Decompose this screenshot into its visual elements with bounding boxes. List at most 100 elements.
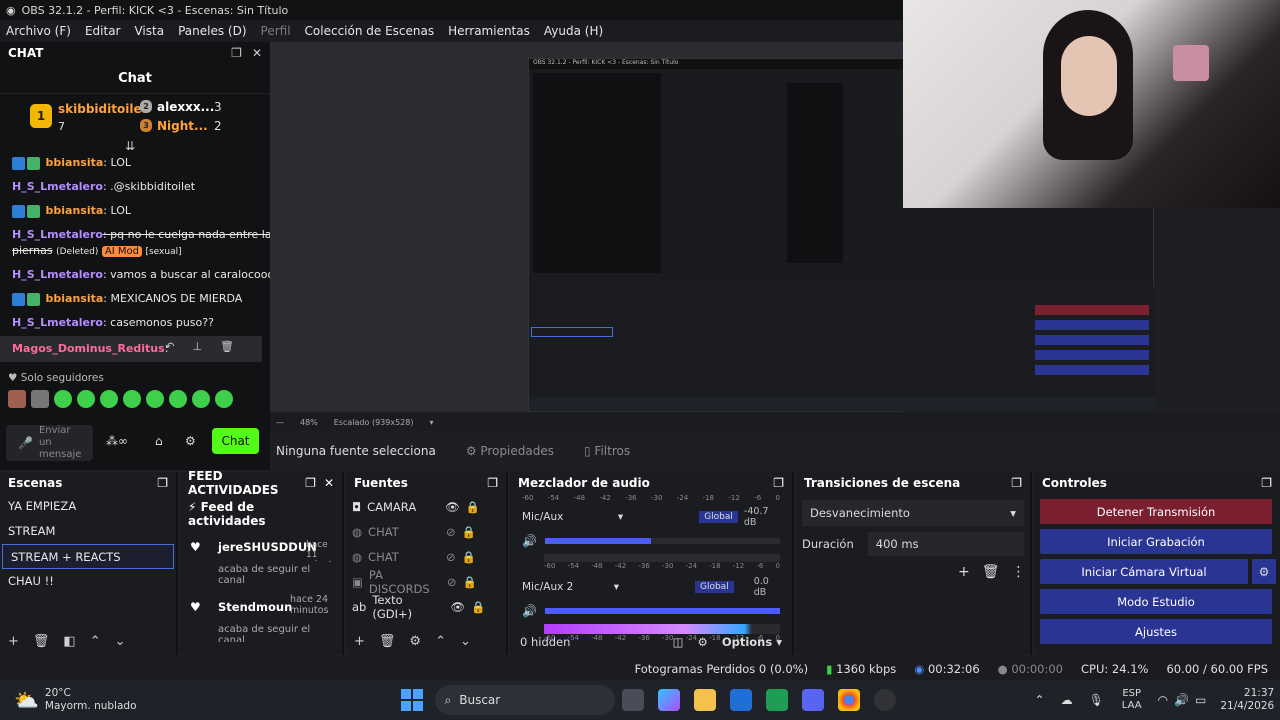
undock-icon[interactable]: ❐ — [773, 476, 784, 490]
scale-select[interactable]: Escalado (939x528) — [334, 418, 414, 427]
emote-icon[interactable] — [215, 390, 233, 408]
leader-2-name[interactable]: alexxx... — [157, 100, 214, 114]
eye-icon[interactable]: 👁 — [450, 600, 465, 614]
source-item[interactable]: ◍ CHAT ⊘ 🔒 — [346, 544, 506, 569]
lock-icon[interactable]: 🔒 — [466, 500, 480, 514]
weather-icon[interactable]: ⛅ — [14, 688, 39, 712]
properties-button[interactable]: ⚙ Propiedades — [466, 444, 554, 458]
stop-streaming-button[interactable]: Detener Transmisión — [1040, 499, 1272, 524]
gear-icon[interactable]: ⚙ — [409, 634, 421, 649]
collapse-icon[interactable]: ⇊ — [125, 139, 135, 153]
undock-icon[interactable]: ❐ — [157, 476, 168, 490]
volume-icon[interactable]: 🔊 — [1174, 693, 1189, 707]
infinity-icon[interactable]: ⁂∞ — [106, 434, 128, 448]
start-virtual-camera-button[interactable]: Iniciar Cámara Virtual — [1040, 559, 1248, 584]
zoom-level[interactable]: 48% — [300, 418, 318, 427]
lock-icon[interactable]: 🔒 — [462, 525, 476, 539]
speaker-icon[interactable]: 🔊 — [522, 604, 537, 618]
eye-hidden-icon[interactable]: ⊘ — [446, 550, 456, 564]
menu-archivo[interactable]: Archivo (F) — [6, 24, 71, 38]
mic-icon[interactable]: 🎤 — [18, 436, 33, 450]
discord-icon[interactable] — [801, 689, 824, 711]
undock-icon[interactable]: ❐ — [1261, 476, 1272, 490]
gear-icon[interactable]: ⚙ — [698, 635, 708, 649]
scene-item-selected[interactable]: STREAM + REACTS — [2, 544, 174, 569]
add-icon[interactable]: + — [354, 634, 365, 649]
volume-slider[interactable]: 🔊 — [522, 604, 780, 618]
lock-icon[interactable]: 🔒 — [463, 575, 477, 589]
source-item[interactable]: ◘ CAMARA 👁 🔒 — [346, 494, 506, 519]
chrome-icon[interactable] — [837, 689, 860, 711]
copilot-icon[interactable] — [657, 689, 680, 711]
mic-icon[interactable]: 🎙 — [1089, 693, 1104, 707]
reply-icon[interactable]: ↶ — [165, 340, 192, 353]
gear-icon[interactable]: ⚙ — [1252, 559, 1276, 584]
eye-hidden-icon[interactable]: ⊘ — [446, 525, 456, 539]
menu-paneles[interactable]: Paneles (D) — [178, 24, 246, 38]
start-recording-button[interactable]: Iniciar Grabación — [1040, 529, 1272, 554]
scene-item[interactable]: CHAU !! — [0, 569, 176, 594]
wifi-icon[interactable]: ◠ — [1158, 693, 1168, 707]
filters-button[interactable]: ▯ Filtros — [584, 444, 630, 458]
options-button[interactable]: Options ▾ — [722, 635, 782, 649]
leader-1-name[interactable]: skibbiditoilet — [58, 102, 147, 116]
add-icon[interactable]: + — [8, 634, 19, 649]
leader-3-name[interactable]: Night... — [157, 119, 208, 133]
menu-coleccion[interactable]: Colección de Escenas — [305, 24, 435, 38]
source-item[interactable]: ◍ CHAT ⊘ 🔒 — [346, 519, 506, 544]
eye-icon[interactable]: 👁 — [445, 500, 460, 514]
chevron-down-icon[interactable]: ▾ — [618, 511, 623, 523]
eye-hidden-icon[interactable]: ⊘ — [447, 575, 457, 589]
emote-icon[interactable] — [146, 390, 164, 408]
send-chat-button[interactable]: Chat — [212, 428, 259, 454]
studio-mode-button[interactable]: Modo Estudio — [1040, 589, 1272, 614]
emote-icon[interactable] — [54, 390, 72, 408]
close-icon[interactable]: ✕ — [252, 46, 262, 60]
obs-taskbar-icon[interactable] — [873, 689, 896, 711]
menu-perfil[interactable]: Perfil — [261, 24, 291, 38]
down-icon[interactable]: ⌄ — [115, 634, 126, 649]
chevron-down-icon[interactable]: ▾ — [429, 418, 433, 427]
task-view-icon[interactable] — [621, 689, 644, 711]
trash-icon[interactable]: 🗑 — [220, 340, 252, 353]
menu-ayuda[interactable]: Ayuda (H) — [544, 24, 603, 38]
add-icon[interactable]: + — [958, 564, 970, 580]
scene-item[interactable]: STREAM — [0, 519, 176, 544]
speaker-icon[interactable]: 🔊 — [522, 534, 537, 548]
undock-icon[interactable]: ❐ — [305, 476, 316, 490]
scene-item[interactable]: YA EMPIEZA — [0, 494, 176, 519]
word-icon[interactable] — [729, 689, 752, 711]
volume-fader[interactable] — [544, 538, 780, 544]
undock-icon[interactable]: ❐ — [487, 476, 498, 490]
volume-slider[interactable]: 🔊 — [522, 534, 780, 548]
tray-chevron-icon[interactable]: ⌃ — [1035, 693, 1045, 707]
cloud-icon[interactable]: ☁ — [1061, 693, 1073, 707]
hidden-count[interactable]: 0 hidden — [520, 635, 570, 649]
up-icon[interactable]: ⌃ — [435, 634, 446, 649]
undock-icon[interactable]: ❐ — [231, 46, 242, 60]
store-icon[interactable]: ⌂ — [155, 434, 163, 448]
windows-start-icon[interactable] — [400, 689, 423, 711]
language-indicator[interactable]: ESP LAA — [1122, 688, 1142, 712]
menu-herramientas[interactable]: Herramientas — [448, 24, 530, 38]
emote-icon[interactable] — [169, 390, 187, 408]
battery-icon[interactable]: ▭ — [1195, 693, 1206, 707]
transition-select[interactable]: Desvanecimiento ▾ — [802, 500, 1024, 526]
settings-button[interactable]: Ajustes — [1040, 619, 1272, 644]
chevron-down-icon[interactable]: ▾ — [614, 581, 619, 593]
emote-icon[interactable] — [100, 390, 118, 408]
filter-icon[interactable]: ◧ — [63, 634, 75, 649]
weather-widget[interactable]: 20°C Mayorm. nublado — [45, 687, 137, 713]
menu-editar[interactable]: Editar — [85, 24, 121, 38]
emote-icon[interactable] — [8, 390, 26, 408]
source-item[interactable]: ▣ PA DISCORDS ⊘ 🔒 — [346, 568, 506, 596]
gear-icon[interactable]: ⚙ — [185, 434, 196, 448]
excel-icon[interactable] — [765, 689, 788, 711]
lock-icon[interactable]: 🔒 — [471, 600, 485, 614]
menu-dots-icon[interactable]: ⋮ — [1012, 564, 1026, 580]
up-icon[interactable]: ⌃ — [90, 634, 101, 649]
chat-input[interactable]: 🎤 Enviar un mensaje — [6, 425, 93, 461]
trash-icon[interactable]: 🗑 — [33, 634, 50, 649]
source-item[interactable]: ab Texto (GDI+) 👁 🔒 — [346, 593, 506, 621]
undock-icon[interactable]: ❐ — [1011, 476, 1022, 490]
